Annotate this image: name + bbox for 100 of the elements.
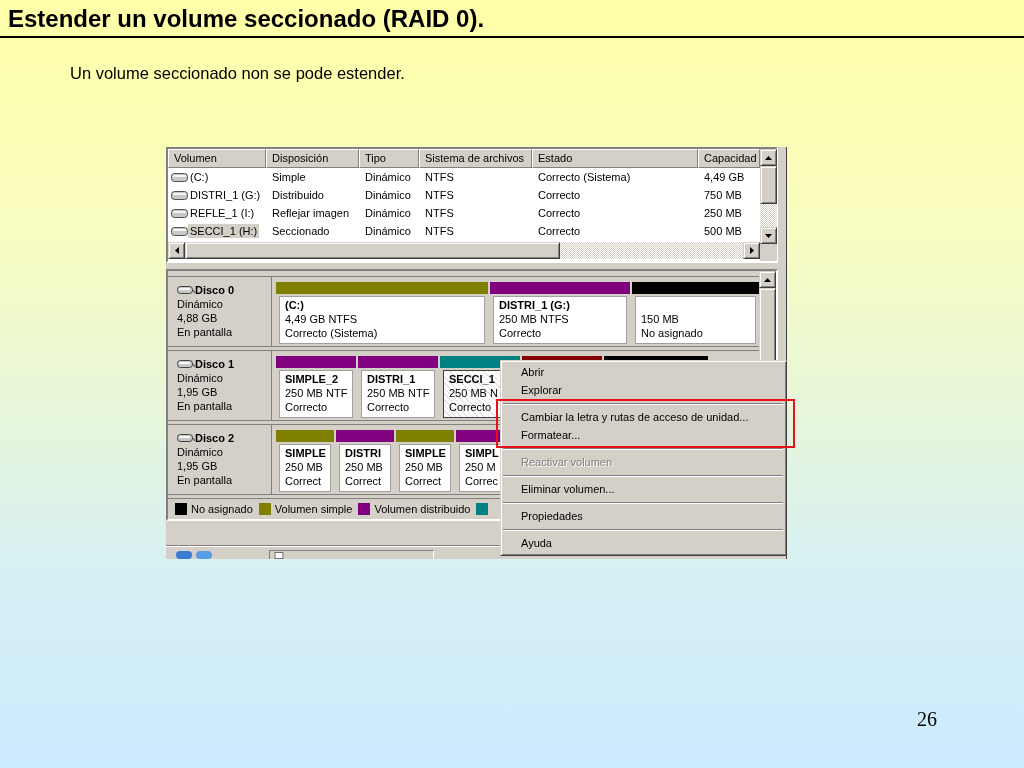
partition-status: Correcto xyxy=(367,400,411,415)
up-arrow-icon xyxy=(764,277,771,282)
right-arrow-icon xyxy=(749,247,754,254)
partition-label: DISTRI_1 xyxy=(367,372,417,387)
table-cell-text: 4,49 GB xyxy=(703,171,746,183)
left-arrow-icon xyxy=(174,247,179,254)
disk-size: 1,95 GB xyxy=(177,459,219,474)
table-cell-text: Seccionado xyxy=(271,225,331,237)
legend-label: Volumen distribuido xyxy=(374,503,471,516)
partition-size: 250 MB N xyxy=(449,386,499,401)
scroll-down-button[interactable] xyxy=(760,227,777,244)
drive-icon xyxy=(171,207,188,219)
disk-header[interactable]: Disco 1 Dinámico 1,95 GB En pantalla xyxy=(168,351,272,421)
partition-status: Correct xyxy=(345,474,383,489)
table-cell-text: NTFS xyxy=(424,171,455,183)
partition-status: Correcto xyxy=(285,400,329,415)
table-cell-text: Simple xyxy=(271,171,307,183)
column-header[interactable]: Capacidad xyxy=(698,149,760,168)
partition-status: Correcto xyxy=(499,326,543,340)
partition-panel[interactable]: DISTRI_1 250 MB NTF Correcto xyxy=(361,370,435,419)
menu-item[interactable]: Formatear... xyxy=(503,426,783,444)
partition-size: 4,49 GB NTFS xyxy=(285,312,359,326)
volume-name[interactable]: SECCI_1 (H:) xyxy=(188,224,260,238)
disk-drive-icon xyxy=(177,432,195,445)
table-cell-text: 500 MB xyxy=(703,225,743,237)
volume-name[interactable]: (C:) xyxy=(188,170,211,184)
drive-icon xyxy=(171,171,188,183)
drive-icon xyxy=(171,225,188,237)
column-header[interactable]: Volumen xyxy=(168,149,266,168)
column-header[interactable]: Disposición xyxy=(266,149,359,168)
taskbar-button[interactable] xyxy=(269,550,434,559)
partition-label: SIMPLE xyxy=(285,446,327,461)
legend-label: No asignado xyxy=(191,503,253,516)
partition-label: DISTRI_1 (G:) xyxy=(499,298,571,312)
slide-title: Estender un volume seccionado (RAID 0). xyxy=(8,4,485,34)
partition-status: Correc xyxy=(465,474,499,489)
disk-type: Dinámico xyxy=(177,445,224,460)
partition-panel[interactable]: 150 MB No asignado xyxy=(635,296,756,344)
disk-name: Disco 2 xyxy=(195,431,235,446)
disk-status: En pantalla xyxy=(177,473,234,488)
partition-label: SIMPLE xyxy=(405,446,447,461)
partition-status: Correct xyxy=(285,474,323,489)
disk-name: Disco 1 xyxy=(195,357,235,372)
table-cell-text: Correcto xyxy=(537,225,582,237)
column-header[interactable]: Tipo xyxy=(359,149,419,168)
volume-name[interactable]: REFLE_1 (I:) xyxy=(188,206,257,220)
partition-panel[interactable]: SIMPLE_2 250 MB NTF Correcto xyxy=(279,370,353,419)
partition-size: 150 MB xyxy=(641,312,680,326)
partition-label: SECCI_1 xyxy=(449,372,496,387)
table-cell-text: Dinámico xyxy=(364,171,412,183)
down-arrow-icon xyxy=(765,233,772,238)
menu-item[interactable]: Propiedades xyxy=(503,507,783,525)
scroll-left-button[interactable] xyxy=(168,242,185,259)
partition-status: Correcto (Sistema) xyxy=(285,326,379,340)
window-icon xyxy=(274,552,284,559)
table-cell-text: Dinámico xyxy=(364,189,412,201)
partition-size: 250 M xyxy=(465,460,497,475)
partition-size: 250 MB NTF xyxy=(367,386,431,401)
disk-header[interactable]: Disco 0 Dinámico 4,88 GB En pantalla xyxy=(168,277,272,347)
table-cell-text: 250 MB xyxy=(703,207,743,219)
partition-size: 250 MB NTFS xyxy=(499,312,570,326)
table-cell-text: Distribuido xyxy=(271,189,325,201)
disk-header[interactable]: Disco 2 Dinámico 1,95 GB En pantalla xyxy=(168,425,272,495)
partition-panel[interactable]: (C:) 4,49 GB NTFS Correcto (Sistema) xyxy=(279,296,485,344)
partition-status: Correct xyxy=(405,474,443,489)
table-cell-text: NTFS xyxy=(424,225,455,237)
partition-panel[interactable]: DISTRI 250 MB Correct xyxy=(339,444,391,493)
disk-status: En pantalla xyxy=(177,325,234,339)
up-arrow-icon xyxy=(765,155,772,160)
disk-type: Dinámico xyxy=(177,371,224,386)
table-cell-text: Dinámico xyxy=(364,207,412,219)
scroll-right-button[interactable] xyxy=(743,242,760,259)
partition-panel[interactable]: SIMPLE 250 MB Correct xyxy=(399,444,451,493)
partition-panel[interactable]: SIMPLE 250 MB Correct xyxy=(279,444,331,493)
table-cell-text: Reflejar imagen xyxy=(271,207,351,219)
column-header[interactable]: Estado xyxy=(532,149,698,168)
legend-label: Volumen simple xyxy=(274,503,353,516)
partition-size: 250 MB xyxy=(345,460,384,475)
scrollbar-thumb[interactable] xyxy=(185,242,560,259)
disk-name: Disco 0 xyxy=(195,283,235,297)
table-cell-text: NTFS xyxy=(424,189,455,201)
slide-subtitle: Un volume seccionado non se pode estender. xyxy=(70,63,405,83)
scroll-up-button[interactable] xyxy=(759,271,776,288)
partition-panel[interactable]: DISTRI_1 (G:) 250 MB NTFS Correcto xyxy=(493,296,627,344)
disk-size: 4,88 GB xyxy=(177,311,219,325)
disk-type: Dinámico xyxy=(177,297,224,311)
table-cell-text: NTFS xyxy=(424,207,455,219)
partition-size: 250 MB NTF xyxy=(285,386,349,401)
column-header[interactable]: Sistema de archivos xyxy=(419,149,532,168)
partition-size: 250 MB xyxy=(285,460,324,475)
volume-name[interactable]: DISTRI_1 (G:) xyxy=(188,188,263,202)
table-cell-text: Dinámico xyxy=(364,225,412,237)
app-icon xyxy=(175,549,215,559)
disk-size: 1,95 GB xyxy=(177,385,219,400)
partition-status: No asignado xyxy=(641,326,704,340)
table-cell-text: Correcto xyxy=(537,189,582,201)
scrollbar-thumb[interactable] xyxy=(760,166,777,204)
menu-item[interactable]: Ayuda xyxy=(503,534,783,552)
scroll-up-button[interactable] xyxy=(760,149,777,166)
partition-size: 250 MB xyxy=(405,460,444,475)
